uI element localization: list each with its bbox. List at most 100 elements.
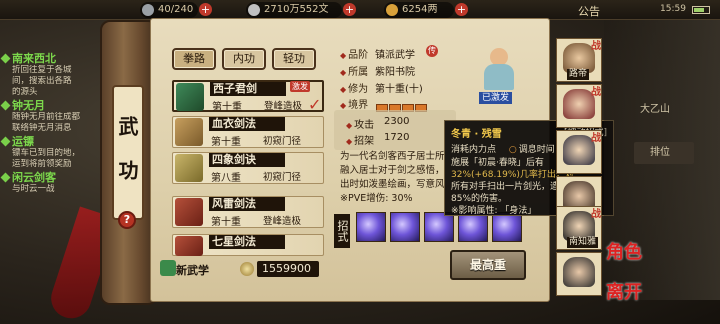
legend-badge-icon: 传 [426, 45, 438, 57]
quest-desc: 折回往复于各城 [12, 65, 72, 75]
max-level-button[interactable]: 最高重 [450, 250, 526, 280]
tab-fist[interactable]: 拳路 [172, 48, 216, 70]
quest-desc: 联络钟无月消息 [12, 123, 72, 133]
quest-desc: 随钟无月前往成都 [12, 112, 81, 122]
skill-book-icon [175, 198, 203, 226]
panel-title: 武功 [112, 85, 144, 220]
quest-item[interactable]: 钟无月 随钟无月前往成都 联络钟无月消息 [0, 99, 112, 134]
quest-item[interactable]: 运镖 镖车已到目的地， 运到将前领奖励 [0, 135, 112, 170]
skill-row[interactable]: 风雷剑法 第十重 登峰造极 [172, 196, 324, 228]
skill-name: 七星剑法 [209, 235, 285, 249]
character-menu-button[interactable]: 角色 [606, 238, 642, 264]
cultivation-row: ◆ 修为 第十重(十) [340, 80, 423, 95]
character-card[interactable]: 南知雅 战 [556, 206, 602, 250]
skill-rank: 第十重 [211, 137, 241, 148]
attack-label: 攻击 [354, 120, 375, 131]
add-silver-button[interactable]: + [343, 3, 356, 16]
character-card[interactable]: 战 [556, 130, 602, 174]
character-card[interactable]: 战 [556, 84, 602, 128]
skill-level: 初窥门径 [263, 136, 302, 147]
quest-title: 南来西北 [12, 52, 56, 65]
diamond-icon: ◆ [346, 121, 353, 130]
gem-counter: 6254两 + [384, 2, 468, 18]
character-name: 路帝 [567, 69, 590, 80]
quest-diamond-icon [0, 53, 11, 64]
character-card[interactable] [556, 252, 602, 296]
gem-value: 6254两 [402, 4, 438, 15]
quest-diamond-icon [0, 100, 11, 111]
description-line: 融入居士对于剑之感悟， [340, 165, 445, 176]
skill-name: 四象剑诀 [209, 153, 285, 167]
school-value: 紫阳书院 [375, 67, 415, 78]
cost-label: 消耗内力点 [451, 145, 497, 155]
school-row: ◆ 所属 紫阳书院 [340, 63, 415, 78]
skill-book-icon [175, 236, 203, 256]
description-line: 出时如泼墨绘画，写意风 [340, 179, 445, 190]
move-slot[interactable] [356, 212, 386, 242]
skill-book-icon [175, 154, 203, 182]
circle-icon: ○ [508, 145, 517, 155]
quest-desc: 间，搜索出各路 [12, 76, 72, 86]
realm-level-bar [376, 97, 428, 112]
character-avatar [563, 257, 595, 287]
stamina-value: 40/240 [158, 4, 194, 15]
quest-item[interactable]: 闲云剑客 与时云一战 [0, 171, 112, 195]
diamond-icon: ◆ [340, 101, 347, 110]
quest-title: 钟无月 [12, 99, 45, 112]
battle-tag: 战 [591, 87, 601, 98]
character-card[interactable]: 路帝 战 [556, 38, 602, 82]
cultivation-label: 修为 [348, 84, 369, 95]
move-slot[interactable] [390, 212, 420, 242]
character-name: 南知雅 [567, 237, 599, 248]
top-status-bar: 40/240 + 2710万552文 + 6254两 + 公告 15:59 [0, 0, 720, 20]
battle-tag: 战 [591, 209, 601, 220]
diamond-icon: ◆ [340, 85, 347, 94]
diamond-icon: ◆ [340, 51, 347, 60]
parry-value: 1720 [384, 132, 410, 143]
gold-icon [386, 4, 398, 16]
location-label: 大乙山 [640, 104, 670, 115]
diamond-icon: ◆ [340, 68, 347, 77]
grade-label: 品阶 [348, 50, 369, 61]
quest-item[interactable]: 南来西北 折回往复于各城 间，搜索出各路 的源头 [0, 52, 112, 98]
diamond-icon: ◆ [346, 137, 353, 146]
skill-name: 风雷剑法 [209, 197, 285, 211]
stamina-icon [142, 4, 154, 16]
tooltip-title-text: 冬青 · 残雪 [451, 129, 502, 140]
skill-row[interactable]: 西子君剑 激发 第十重 登峰造极 ✓ [172, 80, 324, 114]
moves-label: 招式 [334, 214, 350, 248]
quest-diamond-icon [0, 172, 11, 183]
move-slot[interactable] [424, 212, 454, 242]
add-gem-button[interactable]: + [455, 3, 468, 16]
battle-tag: 战 [591, 133, 601, 144]
skill-row[interactable]: 七星剑法 [172, 234, 324, 256]
silver-icon [248, 4, 260, 16]
description-line: 为一代名剑客西子居士所 [340, 151, 445, 162]
school-label: 所属 [348, 67, 369, 78]
announcement-button[interactable]: 公告 [578, 3, 600, 19]
activated-label: 已激发 [479, 92, 513, 104]
realm-row: ◆ 境界 [340, 96, 368, 111]
skill-row[interactable]: 血衣剑法 第十重 初窥门径 [172, 116, 324, 148]
silver-counter: 2710万552文 + [246, 2, 356, 18]
skill-book-icon [175, 118, 203, 146]
attack-value: 2300 [384, 116, 410, 127]
parry-label: 招架 [354, 136, 375, 147]
leave-button[interactable]: 离开 [606, 278, 642, 304]
silver-value: 2710万552文 [264, 4, 329, 15]
quest-tracker: 南来西北 折回往复于各城 间，搜索出各路 的源头 钟无月 随钟无月前往成都 联络… [0, 52, 112, 227]
skill-row[interactable]: 四象剑诀 第八重 初窥门径 [172, 152, 324, 184]
clock: 15:59 [660, 4, 686, 14]
new-skill-icon [160, 260, 176, 276]
tab-lightness[interactable]: 轻功 [272, 48, 316, 70]
add-stamina-button[interactable]: + [199, 3, 212, 16]
character-portrait [478, 48, 520, 98]
portrait-body [484, 64, 514, 90]
help-button[interactable]: ? [118, 211, 136, 229]
new-skill-button[interactable]: 新武学 [176, 262, 209, 278]
coin-icon [240, 262, 254, 276]
battery-icon [692, 6, 710, 14]
tab-inner-power[interactable]: 内功 [222, 48, 266, 70]
skill-name: 血衣剑法 [209, 117, 285, 131]
ranking-button[interactable]: 排位 [634, 142, 694, 164]
